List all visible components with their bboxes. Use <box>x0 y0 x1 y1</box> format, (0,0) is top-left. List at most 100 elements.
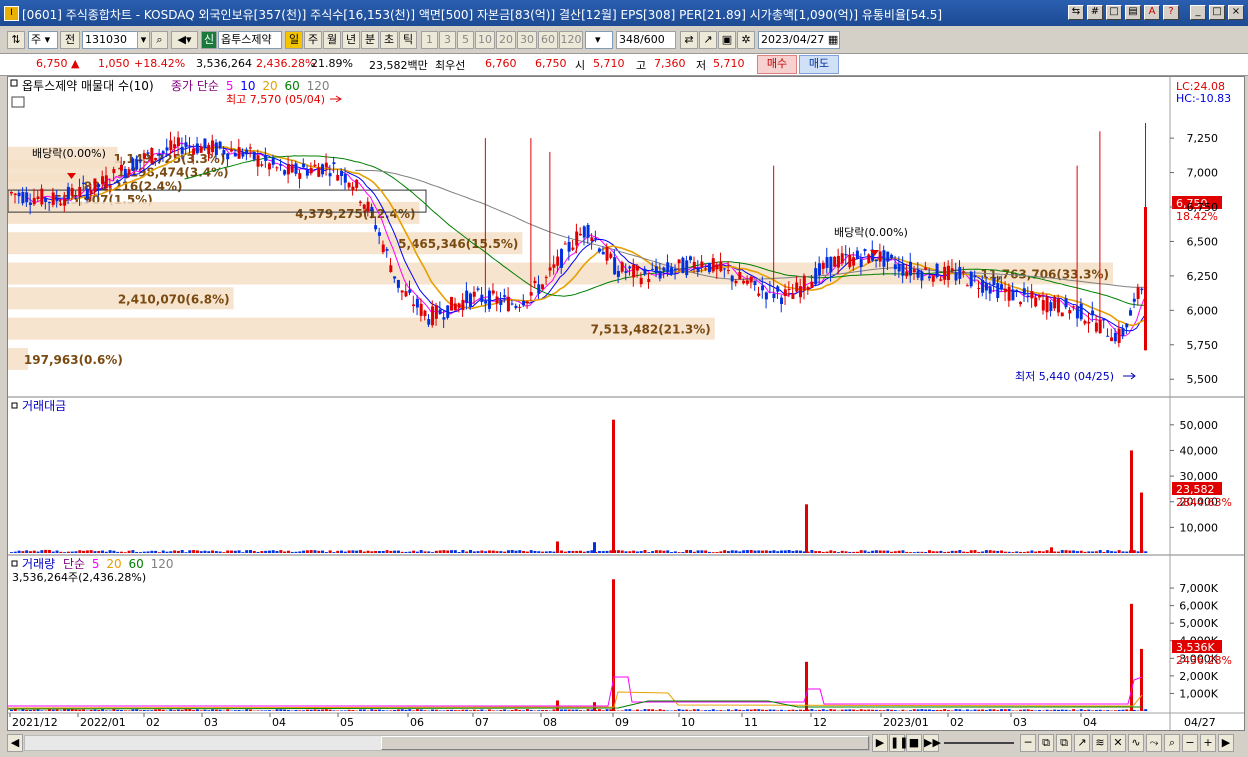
line-tool-icon[interactable]: ─ <box>1020 734 1036 752</box>
prev-button[interactable]: 전 <box>60 31 80 49</box>
stop-icon[interactable]: ■ <box>906 734 922 752</box>
grid-icon[interactable] <box>11 96 25 108</box>
amount-bar <box>984 550 988 553</box>
amount-bar <box>404 551 408 553</box>
stock-search-icon[interactable]: ⇅ <box>7 31 25 49</box>
volume-bars-layer <box>7 579 1148 711</box>
period-day[interactable]: 일 <box>285 31 303 49</box>
candle-body <box>738 271 742 280</box>
amount-bar <box>25 550 29 553</box>
panel-toggle-icon[interactable] <box>11 560 18 567</box>
chart-line-icon[interactable]: ↗ <box>699 31 717 49</box>
candle-body <box>681 257 685 274</box>
horizontal-scrollbar[interactable] <box>24 735 870 751</box>
zoom-in-icon[interactable]: + <box>1200 734 1216 752</box>
candle-body <box>586 224 590 238</box>
date-input[interactable]: 2023/04/27 ▦ <box>758 31 840 49</box>
play-icon[interactable]: ▶ <box>872 734 888 752</box>
candle-body <box>1034 297 1038 307</box>
settings-icon[interactable]: ✲ <box>737 31 755 49</box>
pause-icon[interactable]: ❚❚ <box>889 734 908 752</box>
wave-icon[interactable]: ∿ <box>1128 734 1144 752</box>
period-week[interactable]: 주 <box>304 31 322 49</box>
scroll-left-icon[interactable]: ◀ <box>7 734 23 752</box>
copy-icon[interactable]: ⧉ <box>1038 734 1054 752</box>
candle-body <box>142 153 146 159</box>
cross-icon[interactable]: ✕ <box>1110 734 1126 752</box>
amount-bar <box>510 550 514 553</box>
zoom-slider[interactable] <box>944 742 1014 744</box>
fast-forward-icon[interactable]: ▶▶ <box>923 734 941 752</box>
volume-bar <box>829 709 833 711</box>
period-month[interactable]: 월 <box>323 31 341 49</box>
candle-body <box>211 140 215 153</box>
scroll-right-icon[interactable]: ▶ <box>1218 734 1234 752</box>
font-icon[interactable]: A <box>1144 5 1160 20</box>
buy-button[interactable]: 매수 <box>757 55 797 74</box>
trend-icon[interactable]: ⤳ <box>1146 734 1162 752</box>
draw-icon[interactable]: ↗ <box>1074 734 1090 752</box>
volume-bar <box>537 710 541 711</box>
interval-120[interactable]: 120 <box>559 31 583 49</box>
candle-body <box>996 282 1000 298</box>
market-select[interactable]: 주 ▾ <box>28 31 58 49</box>
speaker-icon[interactable]: ◀▾ <box>171 31 198 49</box>
candle-body <box>264 155 268 161</box>
volume-bar <box>279 709 283 711</box>
interval-3[interactable]: 3 <box>439 31 456 49</box>
candle-body <box>772 293 776 299</box>
interval-20[interactable]: 20 <box>496 31 516 49</box>
period-year[interactable]: 년 <box>342 31 360 49</box>
candle-body <box>1129 310 1133 316</box>
amount-bar <box>138 552 142 553</box>
x-tick-label: 02 <box>146 716 160 729</box>
paste-icon[interactable]: ⧉ <box>1056 734 1072 752</box>
period-tick[interactable]: 틱 <box>399 31 417 49</box>
code-dropdown-icon[interactable]: ▾ <box>137 31 150 49</box>
chart-area[interactable]: 1,149,725(3.3%) 1,198,474(3.4%) 831,216(2.… <box>7 76 1245 731</box>
zoom-search-icon[interactable]: ⌕ <box>1164 734 1180 752</box>
candle-body <box>1068 310 1072 314</box>
candle-body <box>44 197 48 202</box>
volume-bar <box>510 710 514 711</box>
zoom-out-icon[interactable]: − <box>1182 734 1198 752</box>
window-icon[interactable]: □ <box>1106 5 1122 20</box>
scrollbar-thumb[interactable] <box>381 736 869 750</box>
amount-bar <box>579 550 582 553</box>
open-label: 시 <box>575 59 586 72</box>
link-icon[interactable]: ⇆ <box>1068 5 1084 20</box>
hash-icon[interactable]: # <box>1087 5 1103 20</box>
volume-profile-label: 4,379,275(12.4%) <box>295 207 415 221</box>
data-count[interactable]: 348/600 <box>616 31 676 49</box>
sell-button[interactable]: 매도 <box>799 55 839 74</box>
fib-icon[interactable]: ≋ <box>1092 734 1108 752</box>
amount-bar <box>1022 551 1026 553</box>
x-tick-label: 09 <box>615 716 629 729</box>
chart-icon[interactable]: ▤ <box>1125 5 1141 20</box>
interval-30[interactable]: 30 <box>517 31 537 49</box>
close-button[interactable]: × <box>1228 5 1244 20</box>
help-icon[interactable]: ? <box>1163 5 1179 20</box>
custom-interval-select[interactable]: ▾ <box>585 31 613 49</box>
zoom-icon[interactable]: ⇄ <box>680 31 698 49</box>
interval-10[interactable]: 10 <box>475 31 495 49</box>
save-icon[interactable]: ▣ <box>718 31 736 49</box>
interval-1[interactable]: 1 <box>421 31 438 49</box>
interval-60[interactable]: 60 <box>538 31 558 49</box>
amount-bar <box>286 550 290 553</box>
amount-bar <box>927 550 931 553</box>
candle-body <box>696 267 700 273</box>
minimize-button[interactable]: _ <box>1190 5 1206 20</box>
period-second[interactable]: 초 <box>380 31 398 49</box>
chart-canvas[interactable]: 1,149,725(3.3%)1,198,474(3.4%)831,216(2.… <box>7 77 1244 730</box>
volume-bar <box>305 709 309 711</box>
candle-body <box>1079 303 1083 320</box>
interval-5[interactable]: 5 <box>457 31 474 49</box>
panel-toggle-icon[interactable] <box>11 402 18 409</box>
search-icon[interactable]: ⌕ <box>151 31 168 49</box>
maximize-button[interactable]: □ <box>1209 5 1225 20</box>
volume-bar <box>74 709 78 711</box>
period-minute[interactable]: 분 <box>361 31 379 49</box>
candle-body <box>552 264 556 268</box>
panel-toggle-icon[interactable] <box>10 79 18 87</box>
